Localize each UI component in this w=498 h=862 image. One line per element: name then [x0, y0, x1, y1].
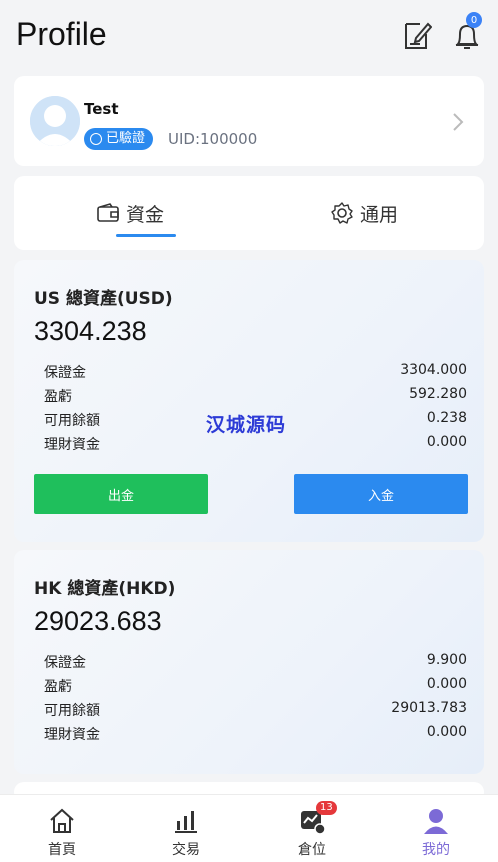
chevron-right-icon[interactable]: [452, 112, 464, 132]
tab-bar: 資金 通用: [14, 176, 484, 250]
asset-row: 盈虧 592.280: [44, 386, 467, 408]
nav-position[interactable]: 13 倉位: [272, 795, 352, 862]
row-value: 0.000: [426, 676, 467, 692]
row-label: 可用餘額: [44, 413, 100, 429]
us-asset-card: US 總資產(USD) 3304.238 保證金 3304.000 盈虧 592…: [14, 260, 484, 542]
bar-chart-icon: [175, 811, 197, 833]
row-label: 保證金: [44, 655, 86, 671]
asset-row: 保證金 3304.000: [44, 362, 467, 384]
active-tab-indicator: [116, 234, 176, 237]
user-icon: [424, 809, 448, 834]
nav-label: 交易: [172, 842, 200, 858]
uid-label: UID:100000: [168, 130, 258, 148]
avatar-silhouette-icon: [30, 96, 80, 146]
row-label: 盈虧: [44, 389, 72, 405]
asset-row: 可用餘額 29013.783: [44, 700, 467, 722]
asset-title: US 總資產(USD): [34, 289, 173, 309]
verified-label: 已驗證: [106, 131, 146, 146]
profile-card[interactable]: Test 已驗證 UID:100000: [14, 76, 484, 166]
asset-row: 理財資金 0.000: [44, 434, 467, 456]
withdraw-button[interactable]: 出金: [34, 474, 208, 514]
row-label: 保證金: [44, 365, 86, 381]
nav-label: 倉位: [298, 842, 326, 858]
wallet-icon: [97, 203, 119, 222]
asset-row: 理財資金 0.000: [44, 724, 467, 746]
asset-total: 3304.238: [34, 316, 147, 346]
nav-label: 我的: [422, 842, 450, 858]
row-label: 可用餘額: [44, 703, 100, 719]
username: Test: [84, 100, 119, 118]
check-circle-icon: [90, 133, 102, 145]
row-label: 理財資金: [44, 727, 100, 743]
row-value: 0.238: [426, 410, 467, 426]
row-value: 0.000: [426, 724, 467, 740]
verified-badge: 已驗證: [84, 128, 154, 150]
tab-funds-label: 資金: [126, 203, 165, 226]
page-title: Profile: [16, 16, 107, 52]
bottom-nav: 首頁 交易 13 倉位 我的: [0, 794, 498, 862]
watermark-text: 汉城源码: [206, 414, 287, 436]
tab-general-label: 通用: [360, 203, 399, 226]
home-icon: [50, 808, 74, 833]
gear-icon: [331, 202, 353, 224]
nav-mine[interactable]: 我的: [396, 795, 476, 862]
position-count-badge: 13: [316, 801, 337, 815]
row-value: 592.280: [409, 386, 467, 402]
tab-funds[interactable]: 資金: [96, 200, 164, 226]
deposit-button[interactable]: 入金: [294, 474, 468, 514]
row-label: 盈虧: [44, 679, 72, 695]
tab-general[interactable]: 通用: [330, 200, 398, 226]
avatar: [30, 96, 80, 146]
row-value: 9.900: [426, 652, 467, 668]
asset-title: HK 總資產(HKD): [34, 579, 176, 599]
asset-total: 29023.683: [34, 606, 162, 636]
hk-asset-card: HK 總資產(HKD) 29023.683 保證金 9.900 盈虧 0.000…: [14, 550, 484, 774]
row-value: 3304.000: [400, 362, 467, 378]
nav-label: 首頁: [48, 842, 76, 858]
nav-trade[interactable]: 交易: [146, 795, 226, 862]
row-label: 理財資金: [44, 437, 100, 453]
nav-home[interactable]: 首頁: [22, 795, 102, 862]
asset-row: 盈虧 0.000: [44, 676, 467, 698]
edit-document-icon[interactable]: [402, 18, 432, 52]
row-value: 0.000: [426, 434, 467, 450]
notification-badge: 0: [466, 12, 482, 28]
asset-row: 保證金 9.900: [44, 652, 467, 674]
header: Profile 0: [0, 0, 498, 72]
row-value: 29013.783: [391, 700, 467, 716]
